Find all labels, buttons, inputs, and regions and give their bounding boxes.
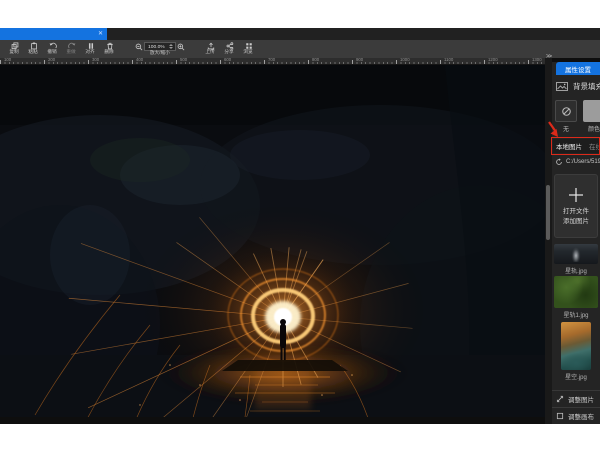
image-source-select[interactable]: 本地图片 在线图片 [553,139,600,153]
ruler-label: 500 [180,58,187,62]
zoom-level-input[interactable]: 100.0% [144,42,176,51]
refresh-icon[interactable] [555,158,563,166]
open-file-line1: 打开文件 [563,208,589,216]
copy-button[interactable]: 复制 [5,42,24,57]
fill-color-label: 颜色 [583,124,600,133]
align-icon [87,42,95,50]
source-alt-option[interactable]: 在线图片 [582,141,600,151]
image-thumbnail-1[interactable] [554,244,598,264]
share-icon [226,42,234,50]
plus-icon [567,186,585,204]
upload-button[interactable]: 上传 [201,42,220,57]
fill-color-swatch[interactable] [583,100,600,122]
align-label: 对齐 [86,50,95,55]
ruler-label: 1300 [532,58,542,62]
image-icon [556,82,568,91]
browse-label: 浏览 [244,50,253,55]
image-name-3: 星空.jpg [552,372,600,381]
copy-icon [11,42,19,50]
image-thumbnail-3[interactable] [561,322,591,370]
image-name-2: 星轨1.jpg [552,310,600,319]
ruler-label: 900 [356,58,363,62]
zoom-out-icon[interactable] [135,43,143,51]
zoom-in-icon[interactable] [177,43,185,51]
source-selected[interactable]: 本地图片 [553,141,582,151]
canvas-photo[interactable] [0,65,545,417]
ruler-label: 1200 [488,58,498,62]
ruler-label: 300 [92,58,99,62]
undo-label: 撤销 [48,50,57,55]
fill-none-label: 无 [555,124,577,133]
ruler-label: 200 [48,58,55,62]
upload-icon [207,42,215,50]
ruler-label: 100 [4,58,11,62]
image-thumbnail-2[interactable] [554,276,598,308]
properties-panel: 属性设置 背景填充 无 颜色 本地图片 在线图片 [552,62,600,424]
ruler-label: 400 [136,58,143,62]
tab-close-icon[interactable]: ✕ [98,31,103,37]
section-title: 背景填充 [573,81,600,92]
folder-path-text: C:/Users/5199 [566,159,600,165]
delete-button[interactable]: 删除 [100,42,119,57]
ruler-label: 800 [312,58,319,62]
paste-icon [30,42,38,50]
image-folder-path[interactable]: C:/Users/5199 [555,158,600,166]
redo-icon [68,42,76,50]
fill-none-tile[interactable] [555,100,577,122]
trash-icon [106,42,114,50]
share-label: 分享 [225,50,234,55]
ruler-label: 1000 [400,58,410,62]
align-button[interactable]: 对齐 [81,42,100,57]
undo-button[interactable]: 撤销 [43,42,62,57]
ruler-label: 600 [224,58,231,62]
browse-button[interactable]: 浏览 [239,42,258,57]
undo-icon [49,42,57,50]
panel-gutter [545,58,552,424]
panel-expander[interactable]: >> [546,54,551,60]
zoom-value: 100.0% [148,44,165,49]
horizontal-ruler: 100 200 300 400 500 600 700 800 900 1000… [0,58,545,65]
share-button[interactable]: 分享 [220,42,239,57]
browse-grid-icon [245,42,253,50]
paste-label: 粘贴 [29,50,38,55]
redo-button[interactable]: 重做 [62,42,81,57]
paste-button[interactable]: 粘贴 [24,42,43,57]
vertical-scrollbar[interactable] [546,185,550,240]
canvas-frame-icon [556,412,564,420]
redo-label: 重做 [67,50,76,55]
copy-label: 复制 [10,50,19,55]
steel-wool-photo [0,65,545,417]
title-bar: ✕ [0,28,600,40]
upload-label: 上传 [206,50,215,55]
open-file-button[interactable]: 打开文件 添加图片 [554,174,598,238]
adjust-canvas-row[interactable]: 调整画布 [552,407,600,424]
resize-diagonal-icon [556,395,564,403]
adjust-canvas-label: 调整画布 [568,411,594,421]
app-window: ✕ 复制 粘贴 撤销 重做 [0,28,600,424]
zoom-stepper[interactable] [169,43,174,50]
adjust-image-row[interactable]: 调整图片 [552,390,600,407]
ruler-label: 700 [268,58,275,62]
delete-label: 删除 [105,50,114,55]
background-fill-section: 背景填充 [556,81,600,92]
panel-header[interactable]: 属性设置 [556,62,600,75]
image-name-1: 星轨.jpg [552,266,600,275]
document-tab[interactable]: ✕ [0,28,107,40]
zoom-label: 放大/缩小 [150,51,170,56]
open-file-line2: 添加图片 [563,218,589,226]
toolbar: 复制 粘贴 撤销 重做 对齐 [0,40,600,58]
adjust-image-label: 调整图片 [568,394,594,404]
ruler-label: 1100 [444,58,453,62]
screenshot-page: ✕ 复制 粘贴 撤销 重做 [0,0,600,450]
zoom-controls: 100.0% 放大/缩小 [129,42,191,58]
none-icon [561,106,572,117]
